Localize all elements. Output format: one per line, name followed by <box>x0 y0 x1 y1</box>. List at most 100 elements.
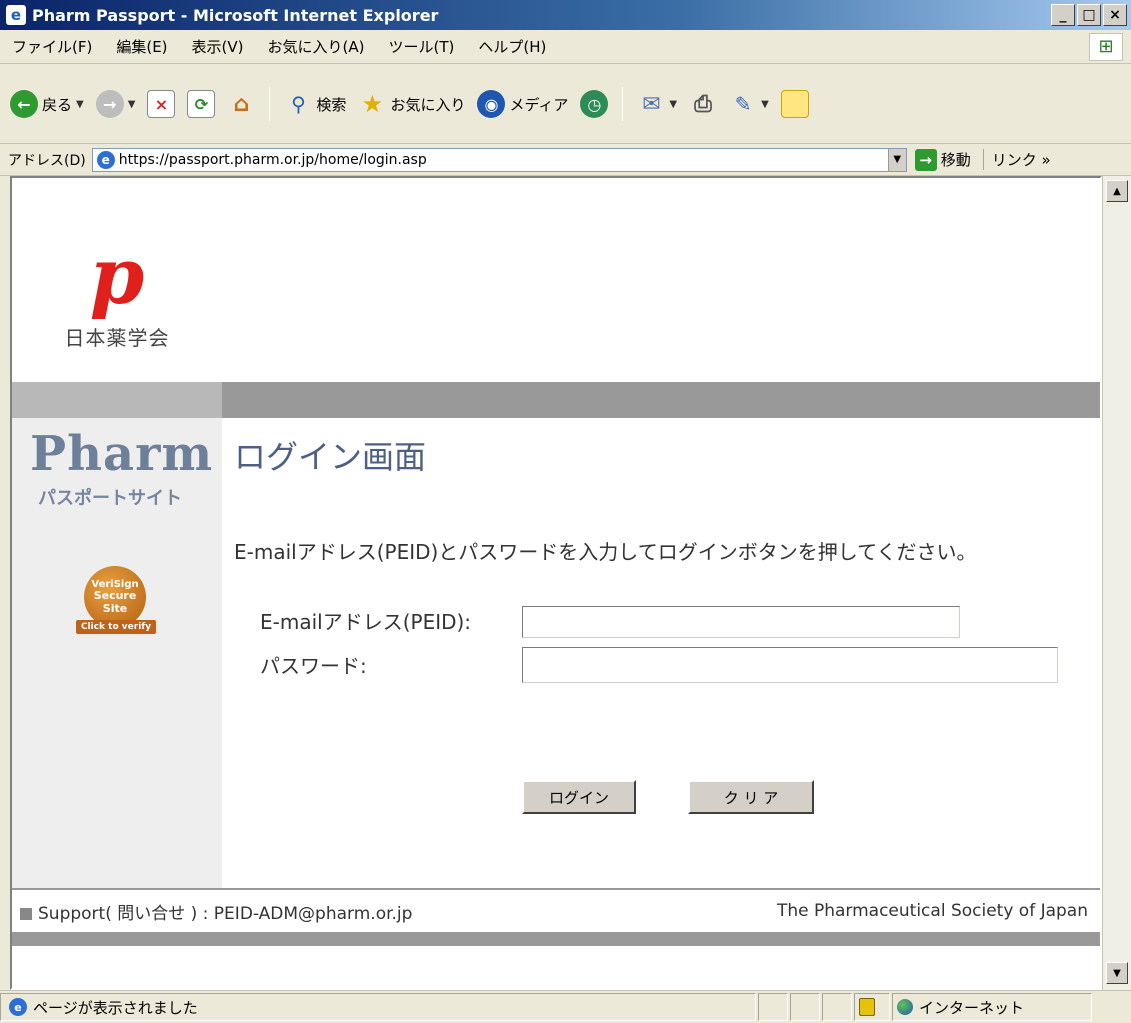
logo-org-name: 日本薬学会 <box>64 326 170 350</box>
maximize-button[interactable]: □ <box>1077 4 1101 26</box>
clear-button[interactable]: ク リ ア <box>688 780 814 814</box>
page-icon: e <box>96 150 115 169</box>
login-main: ログイン画面 E-mailアドレス(PEID)とパスワードを入力してログインボタ… <box>222 418 1100 888</box>
page-title: ログイン画面 <box>234 438 427 476</box>
edit-icon: ✎ <box>734 92 752 116</box>
links-button[interactable]: リンク » <box>982 149 1051 170</box>
verisign-site: Site <box>102 601 128 615</box>
search-button[interactable]: ⚲ 検索 <box>280 88 350 120</box>
verisign-secure: Secure <box>93 589 137 603</box>
history-icon: ◷ <box>580 90 609 118</box>
address-url[interactable]: https://passport.pharm.or.jp/home/login.… <box>119 152 888 168</box>
stop-button[interactable]: × <box>143 88 179 120</box>
mail-dropdown-icon[interactable]: ▼ <box>669 99 677 110</box>
pharm-logo-title: Pharm <box>30 426 214 482</box>
password-row: パスワード: <box>260 650 522 679</box>
menu-file[interactable]: ファイル(F) <box>0 36 104 57</box>
vertical-scrollbar[interactable]: ▲ ▼ <box>1102 176 1131 990</box>
window-title: Pharm Passport - Microsoft Internet Expl… <box>32 5 439 25</box>
menu-tools[interactable]: ツール(T) <box>376 36 466 57</box>
back-label: 戻る <box>42 95 73 114</box>
search-label: 検索 <box>316 95 347 114</box>
stop-icon: × <box>147 90 176 118</box>
status-bar: e ページが表示されました インターネット <box>0 990 1131 1023</box>
footer-organization: The Pharmaceutical Society of Japan <box>776 901 1088 921</box>
home-button[interactable]: ⌂ <box>223 88 259 120</box>
minimize-button[interactable]: _ <box>1051 4 1075 26</box>
edit-button[interactable]: ✎ ▼ <box>725 88 773 120</box>
email-field[interactable] <box>522 606 960 638</box>
login-button[interactable]: ログイン <box>522 780 636 814</box>
menu-favorites[interactable]: お気に入り(A) <box>256 36 377 57</box>
favorites-button[interactable]: ★ お気に入り <box>354 88 469 120</box>
menu-view[interactable]: 表示(V) <box>180 36 256 57</box>
society-logo[interactable]: p 日本薬学会 <box>62 238 172 351</box>
verisign-click-to-verify[interactable]: Click to verify <box>76 620 156 634</box>
sidebar: Pharm パスポートサイト VeriSign Secure Site Clic… <box>12 418 222 888</box>
toolbar-separator <box>269 87 271 121</box>
print-button[interactable]: ⎙ <box>685 88 721 120</box>
forward-arrow-icon: → <box>95 90 124 118</box>
address-input[interactable]: e https://passport.pharm.or.jp/home/logi… <box>91 147 907 172</box>
media-button[interactable]: ◉ メディア <box>473 88 572 120</box>
status-text: ページが表示されました <box>33 998 198 1017</box>
footer-support-text: Support( 問い合せ ) : PEID-ADM@pharm.or.jp <box>38 903 413 924</box>
address-label: アドレス(D) <box>8 152 86 169</box>
verisign-seal-icon: VeriSign Secure Site <box>84 566 146 628</box>
scroll-down-icon[interactable]: ▼ <box>1106 962 1128 984</box>
logo-mark: p <box>89 231 145 322</box>
favorites-label: お気に入り <box>390 95 466 114</box>
page-footer: Support( 問い合せ ) : PEID-ADM@pharm.or.jp T… <box>12 890 1100 932</box>
toolbar-separator <box>622 87 624 121</box>
status-cell <box>822 993 852 1021</box>
media-label: メディア <box>509 95 569 114</box>
status-cell <box>790 993 820 1021</box>
mail-icon: ✉ <box>642 91 661 117</box>
ie-icon: e <box>6 5 26 25</box>
footer-band <box>12 932 1100 946</box>
address-bar: アドレス(D) e https://passport.pharm.or.jp/h… <box>0 144 1131 176</box>
forward-dropdown-icon[interactable]: ▼ <box>128 99 136 110</box>
header-band <box>12 382 1100 418</box>
scroll-up-icon[interactable]: ▲ <box>1106 180 1128 202</box>
status-message: e ページが表示されました <box>0 993 756 1021</box>
go-arrow-icon: → <box>914 148 937 171</box>
edit-dropdown-icon[interactable]: ▼ <box>761 99 769 110</box>
menu-help[interactable]: ヘルプ(H) <box>466 36 558 57</box>
discuss-button[interactable] <box>777 88 813 120</box>
lock-icon <box>859 998 875 1016</box>
note-icon <box>780 90 809 118</box>
page-header: p 日本薬学会 <box>12 178 1100 382</box>
home-icon: ⌂ <box>233 91 250 117</box>
verisign-seal[interactable]: VeriSign Secure Site Click to verify <box>76 566 156 650</box>
password-field[interactable] <box>522 647 1058 683</box>
go-label: 移動 <box>940 151 971 169</box>
refresh-button[interactable]: ⟳ <box>183 88 219 120</box>
forward-button[interactable]: → ▼ <box>92 88 140 120</box>
back-dropdown-icon[interactable]: ▼ <box>76 99 84 110</box>
history-button[interactable]: ◷ <box>576 88 612 120</box>
footer-support: Support( 問い合せ ) : PEID-ADM@pharm.or.jp <box>20 899 412 924</box>
mail-button[interactable]: ✉ ▼ <box>633 88 681 120</box>
window-titlebar[interactable]: e Pharm Passport - Microsoft Internet Ex… <box>0 0 1131 30</box>
globe-icon <box>897 999 913 1015</box>
header-band-left <box>12 382 222 418</box>
zone-cell[interactable]: インターネット <box>892 993 1092 1021</box>
media-icon: ◉ <box>477 90 506 118</box>
close-button[interactable]: × <box>1103 4 1127 26</box>
menu-edit[interactable]: 編集(E) <box>104 36 179 57</box>
bullet-icon <box>20 907 32 920</box>
page-done-icon: e <box>9 998 27 1016</box>
star-icon: ★ <box>361 90 384 118</box>
printer-icon: ⎙ <box>694 91 712 117</box>
email-row: E-mailアドレス(PEID): <box>260 606 522 635</box>
refresh-icon: ⟳ <box>187 90 216 118</box>
windows-logo-icon: ⊞ <box>1089 32 1123 61</box>
page-viewport: p 日本薬学会 Pharm パスポートサイト VeriSign Secure S… <box>10 176 1102 990</box>
go-button[interactable]: → 移動 <box>914 148 971 171</box>
back-button[interactable]: ← 戻る ▼ <box>6 88 88 120</box>
address-dropdown-icon[interactable]: ▼ <box>887 148 906 171</box>
back-arrow-icon: ← <box>10 90 38 118</box>
status-cell <box>758 993 788 1021</box>
security-cell[interactable] <box>854 993 890 1021</box>
